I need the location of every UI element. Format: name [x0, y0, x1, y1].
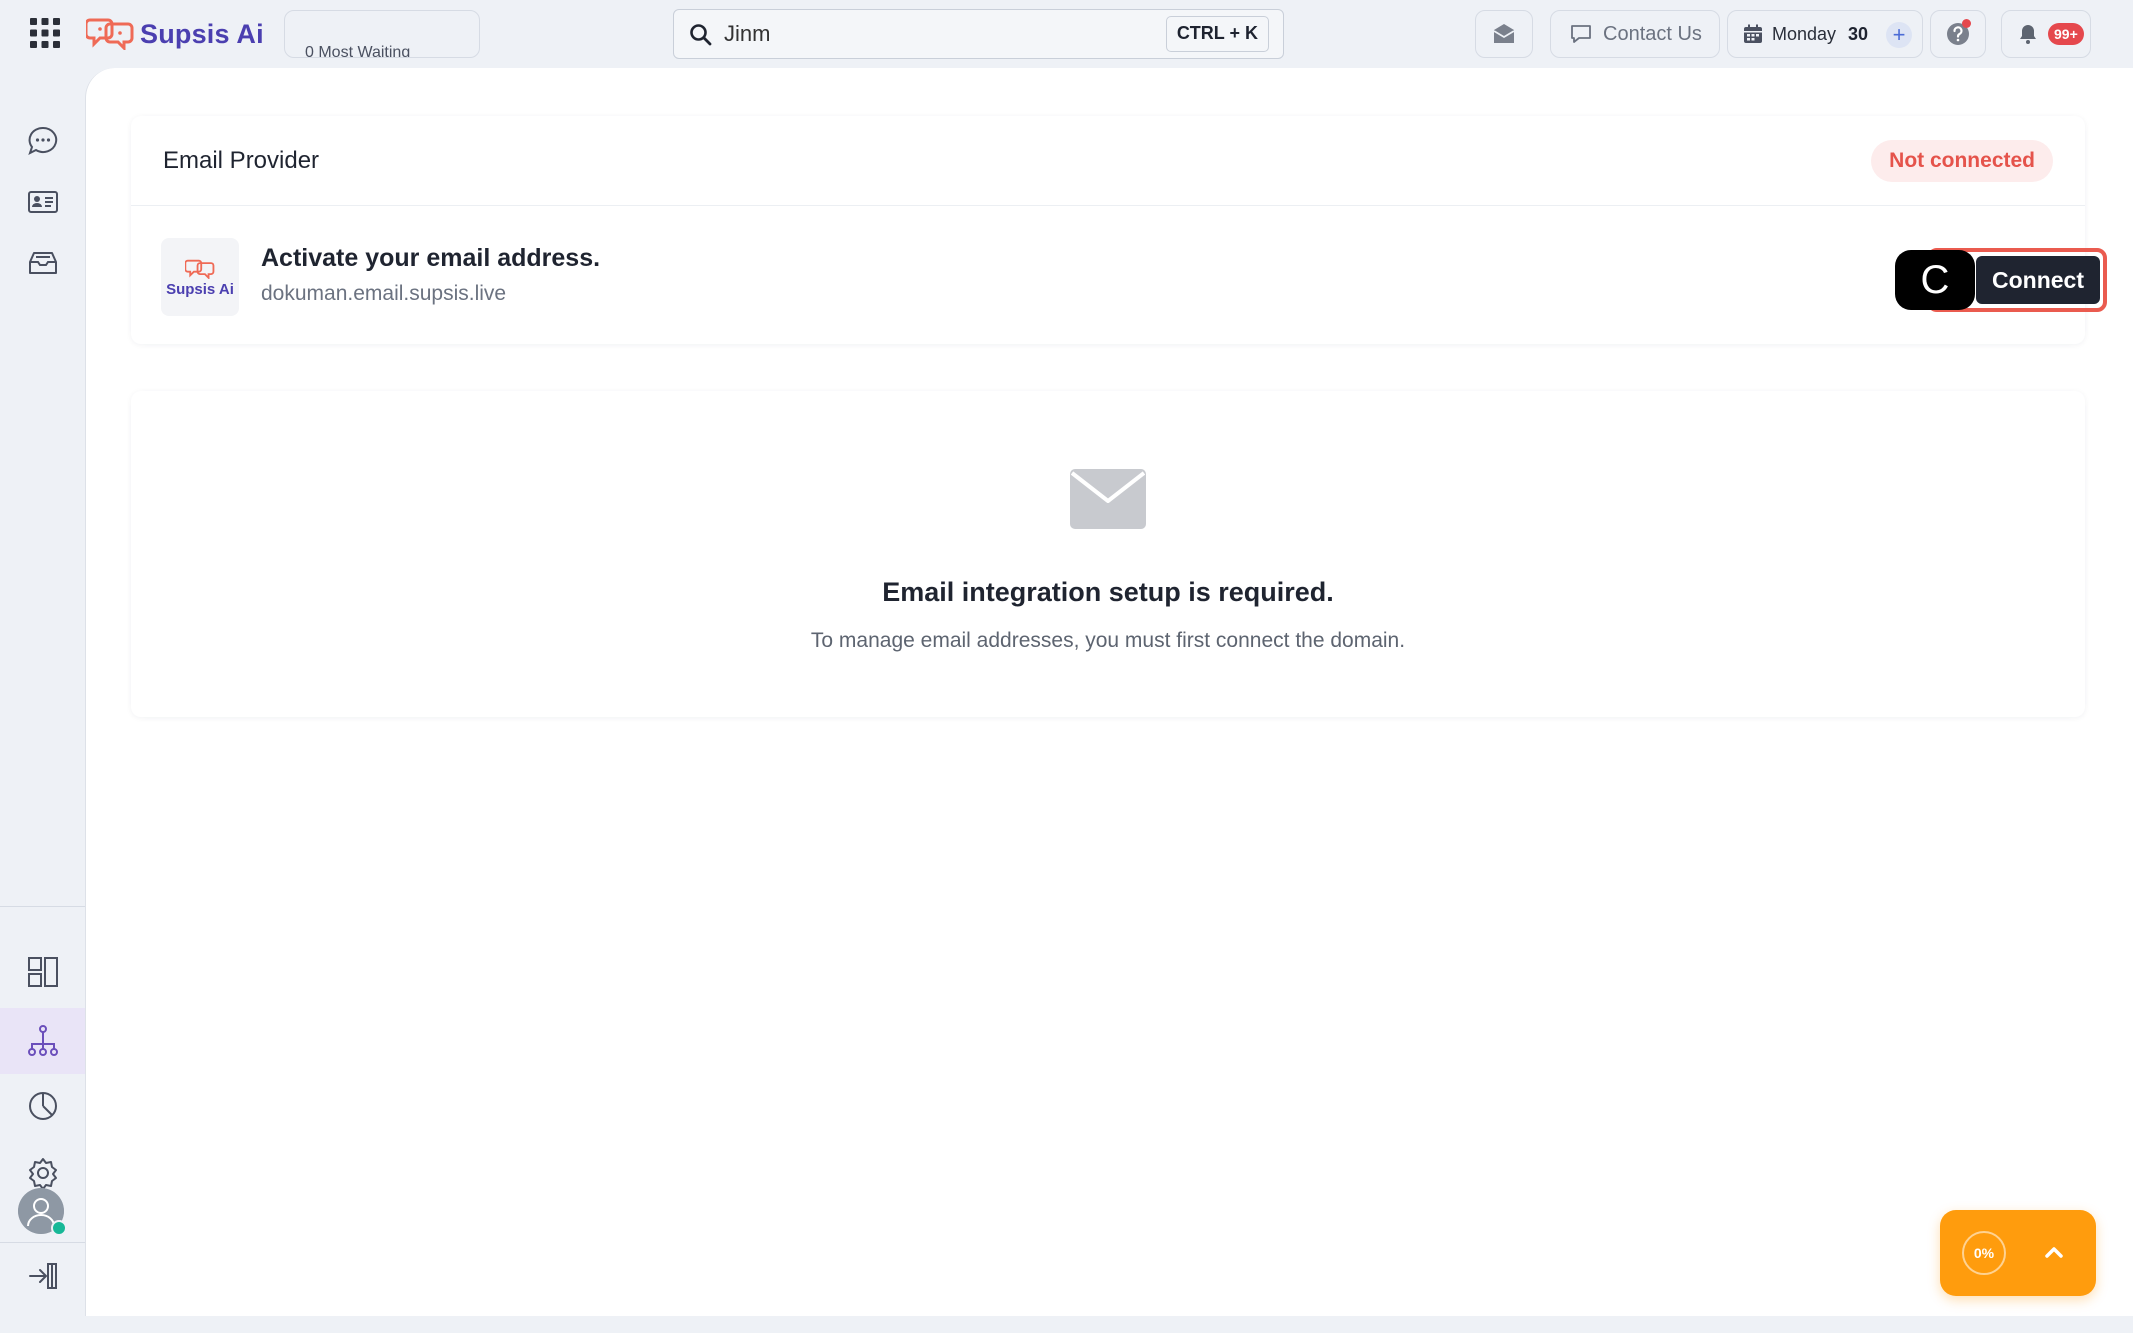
- main-content: Email Provider Not connected Supsis Ai A…: [85, 68, 2133, 1316]
- brand-logo[interactable]: Supsis Ai: [84, 14, 264, 55]
- sidebar-item-logout[interactable]: [0, 1245, 85, 1307]
- connect-area: C Connect: [1895, 244, 2111, 316]
- sidebar-item-dashboard[interactable]: [0, 941, 85, 1003]
- online-status-dot: [51, 1220, 67, 1236]
- apps-grid-icon[interactable]: [28, 16, 62, 50]
- sidebar-item-conversations[interactable]: [0, 110, 85, 172]
- sidebar-item-reports[interactable]: [0, 1075, 85, 1137]
- search-input[interactable]: [724, 18, 1124, 50]
- search-bar[interactable]: CTRL + K: [673, 9, 1284, 59]
- chat-bubble-icon: [27, 126, 57, 155]
- date-widget[interactable]: Monday 30 +: [1727, 10, 1923, 58]
- search-shortcut: CTRL + K: [1165, 16, 1269, 52]
- envelope-icon: [1070, 469, 1146, 529]
- email-provider-card: Email Provider Not connected Supsis Ai A…: [131, 116, 2107, 344]
- top-bar: Supsis Ai 0 Most Waiting CTRL + K Contac…: [0, 0, 2133, 68]
- supsis-logo-icon: [185, 259, 215, 279]
- contact-card-icon: [27, 191, 58, 213]
- contact-us-label: Contact Us: [1603, 22, 1702, 45]
- sidebar-item-contacts[interactable]: [0, 171, 85, 233]
- logout-icon: [28, 1263, 57, 1289]
- most-waiting-widget[interactable]: 0 Most Waiting: [284, 10, 480, 58]
- user-avatar[interactable]: [18, 1188, 67, 1236]
- email-provider-header: Email Provider Not connected: [131, 116, 2085, 206]
- mail-icon: [1493, 24, 1515, 43]
- help-notification-dot: [1962, 19, 1971, 28]
- provider-logo-text: Supsis Ai: [166, 280, 234, 298]
- plus-icon[interactable]: +: [1886, 22, 1912, 48]
- connect-button[interactable]: Connect: [1976, 256, 2100, 304]
- calendar-icon: [1744, 24, 1762, 43]
- date-number: 30: [1848, 23, 1869, 44]
- brand-name: Supsis Ai: [140, 18, 264, 49]
- empty-state-card: Email integration setup is required. To …: [131, 391, 2085, 717]
- empty-state-description: To manage email addresses, you must firs…: [810, 629, 1406, 652]
- notifications-button[interactable]: 99+: [2001, 10, 2091, 58]
- layout-icon: [27, 957, 58, 987]
- status-badge: Not connected: [1871, 140, 2053, 182]
- progress-ring: 0%: [1962, 1231, 2006, 1275]
- sidebar-item-integrations[interactable]: [0, 1008, 85, 1074]
- empty-state-title: Email integration setup is required.: [882, 577, 1334, 607]
- domain-text: dokuman.email.supsis.live: [261, 282, 507, 305]
- activate-title: Activate your email address.: [261, 244, 601, 272]
- chevron-up-icon[interactable]: [2040, 1238, 2068, 1266]
- bell-icon: [2020, 25, 2036, 44]
- gear-icon: [28, 1158, 57, 1190]
- supsis-logo-icon: [84, 14, 134, 55]
- help-button[interactable]: [1930, 10, 1986, 58]
- progress-widget[interactable]: 0%: [1940, 1210, 2096, 1296]
- notification-count-badge: 99+: [2048, 23, 2084, 45]
- sidebar-divider: [0, 906, 85, 907]
- progress-value: 0%: [1973, 1245, 1995, 1261]
- mail-button[interactable]: [1475, 10, 1533, 58]
- email-provider-title: Email Provider: [163, 147, 320, 174]
- keyboard-hint-badge: C: [1895, 250, 1975, 310]
- date-day: Monday: [1772, 23, 1837, 44]
- sidebar: [0, 68, 85, 1333]
- contact-us-button[interactable]: Contact Us: [1550, 10, 1720, 58]
- network-icon: [27, 1025, 58, 1056]
- most-waiting-label: 0 Most Waiting: [305, 44, 411, 58]
- sidebar-divider: [0, 1242, 85, 1243]
- inbox-icon: [28, 252, 57, 274]
- chat-icon: [1571, 25, 1591, 43]
- sidebar-item-inbox[interactable]: [0, 232, 85, 294]
- provider-logo: Supsis Ai: [161, 238, 239, 316]
- pie-chart-icon: [28, 1092, 57, 1120]
- search-icon: [690, 24, 712, 46]
